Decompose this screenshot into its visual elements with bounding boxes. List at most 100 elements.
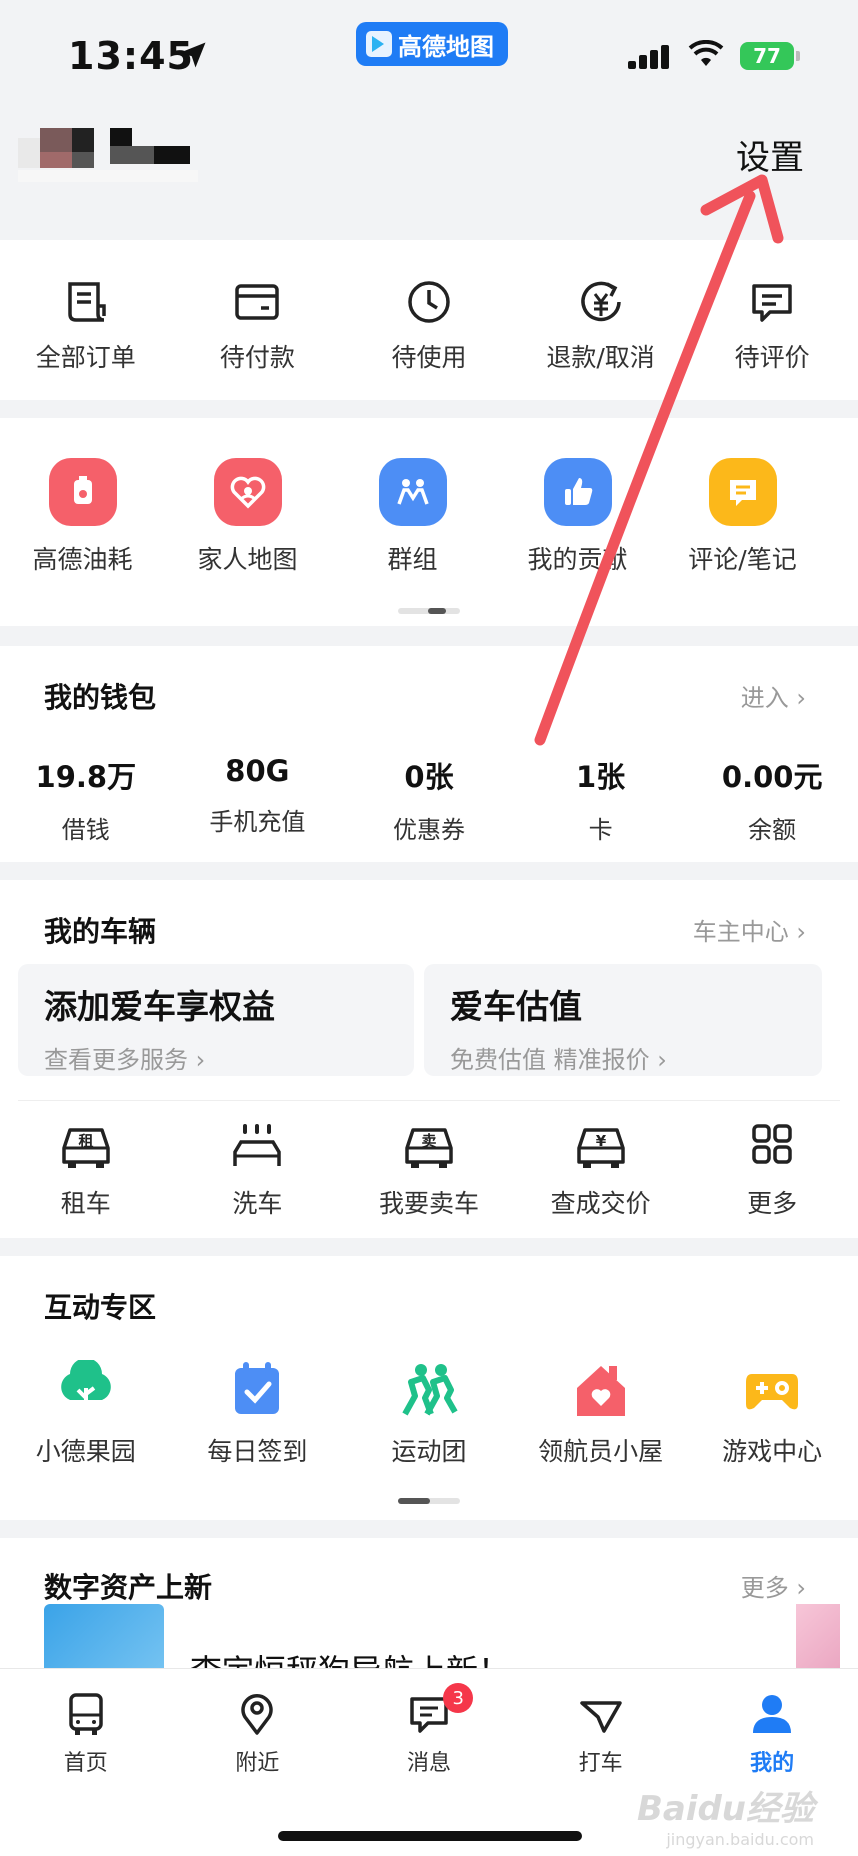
profile-header: 设置 [0,110,858,200]
orchard-label: 小德果园 [35,1437,136,1466]
order-pending-payment[interactable]: 待付款 [172,240,344,400]
add-car-title: 添加爱车享权益 [44,987,275,1026]
quick-tools-section: 高德油耗 家人地图 群组 我的贡献 评论/笔记 [0,418,858,626]
tab-messages[interactable]: 3 消息 [343,1683,515,1777]
home-indicator[interactable] [278,1831,582,1841]
wallet-loan-label: 借钱 [61,816,110,844]
note-icon [708,458,777,526]
owner-center-label: 车主中心 [692,918,789,946]
car-rent[interactable]: 租 租车 [0,1122,172,1220]
refund-icon [580,281,621,322]
family-heart-icon [213,458,282,526]
car-more-label: 更多 [747,1189,798,1218]
wallet-enter-label: 进入 [740,684,789,712]
watermark-url: jingyan.baidu.com [666,1830,814,1849]
car-price-icon: ¥ [576,1128,625,1168]
orders-section: 全部订单 待付款 待使用 退款/取消 待评价 [0,240,858,400]
tool-family-map[interactable]: 家人地图 [165,458,330,576]
tool-contribution[interactable]: 我的贡献 [495,458,660,576]
car-valuation-card[interactable]: 爱车估值 免费估值 精准报价 › [424,964,822,1076]
wallet-topup[interactable]: 80G 手机充值 [172,754,344,845]
car-wash-icon [233,1124,282,1166]
order-all[interactable]: 全部订单 [0,240,172,400]
wallet-balance-value: 0.00元 [721,760,823,794]
wallet-topup-value: 80G [225,754,290,788]
owner-center-link[interactable]: 车主中心 › [693,912,806,947]
order-to-use[interactable]: 待使用 [343,240,515,400]
vehicle-section: 我的车辆 车主中心 › 添加爱车享权益 查看更多服务 › 爱车估值 免费估值 精… [0,880,858,1238]
settings-button[interactable]: 设置 [736,130,804,179]
sports-team-label: 运动团 [391,1437,467,1466]
divider [18,1100,840,1101]
wallet-section: 我的钱包 进入 › 19.8万 借钱 80G 手机充值 0张 优惠券 1张卡 0.00… [0,646,858,862]
unread-badge: 3 [443,1683,474,1713]
avatar-blurred[interactable] [18,128,218,188]
tool-fuel[interactable]: 高德油耗 [0,458,165,576]
order-all-label: 全部订单 [35,343,136,372]
asset-item-title[interactable]: 李宇恒秤狗导航上新！ [190,1646,510,1668]
orchard[interactable]: 小德果园 [0,1360,172,1468]
app-return-badge[interactable]: 高德地图 [356,22,508,66]
chevron-right-icon: › [796,918,806,946]
chevron-right-icon: › [657,1046,667,1074]
thumbs-up-icon [543,458,612,526]
asset-thumbnail[interactable] [44,1604,164,1668]
battery-level: 77 [753,44,781,68]
wallet-cards-label: 卡 [588,816,613,844]
game-center-label: 游戏中心 [722,1437,823,1466]
wallet-loan[interactable]: 19.8万借钱 [0,754,172,845]
tool-notes[interactable]: 评论/笔记 [660,458,825,576]
chevron-right-icon: › [796,684,806,712]
tab-taxi[interactable]: 打车 [515,1691,687,1777]
tree-icon [61,1360,111,1416]
car-price[interactable]: ¥ 查成交价 [515,1122,687,1220]
interactive-section: 互动专区 小德果园 每日签到 运动团 领航员小屋 游戏中心 [0,1256,858,1520]
wallet-coupons[interactable]: 0张 优惠券 [343,754,515,845]
tab-home[interactable]: 首页 [0,1691,172,1777]
tool-fuel-label: 高德油耗 [32,545,133,574]
fuel-icon [48,458,117,526]
car-sell[interactable]: 卖 我要卖车 [343,1122,515,1220]
digital-assets-section: 数字资产上新 更多 › 李宇恒秤狗导航上新！ [0,1538,858,1668]
tab-nearby[interactable]: 附近 [172,1691,344,1777]
order-to-review[interactable]: 待评价 [686,240,858,400]
wallet-loan-value: 19.8万 [35,760,137,794]
navigator-hut-label: 领航员小屋 [538,1437,664,1466]
car-price-label: 查成交价 [550,1189,651,1218]
calendar-check-icon [235,1362,280,1414]
navigator-hut[interactable]: 领航员小屋 [515,1360,687,1468]
gamepad-icon [746,1374,799,1410]
cellular-signal-icon [628,45,669,69]
add-car-card[interactable]: 添加爱车享权益 查看更多服务 › [18,964,414,1076]
tab-mine[interactable]: 我的 [686,1691,858,1777]
daily-checkin[interactable]: 每日签到 [172,1360,344,1468]
car-rent-label: 租车 [60,1189,111,1218]
wallet-cards[interactable]: 1张卡 [515,754,687,845]
sports-team[interactable]: 运动团 [343,1360,515,1468]
tool-family-map-label: 家人地图 [197,545,298,574]
digital-assets-title: 数字资产上新 [44,1571,213,1604]
car-price-glyph: ¥ [595,1132,606,1150]
wallet-enter-link[interactable]: 进入 › [741,678,806,713]
asset-thumbnail-2[interactable] [796,1604,840,1668]
tool-contribution-label: 我的贡献 [527,545,628,574]
tool-notes-label: 评论/笔记 [688,545,797,574]
order-to-use-label: 待使用 [391,343,467,372]
grid-icon [752,1124,792,1164]
car-rent-icon: 租 [62,1128,110,1168]
person-icon [753,1695,792,1733]
order-refund[interactable]: 退款/取消 [515,240,687,400]
receipt-icon [68,282,106,322]
tab-messages-label: 消息 [406,1751,451,1776]
car-more[interactable]: 更多 [686,1122,858,1220]
location-arrow-icon [180,42,206,68]
interactive-page-indicator [398,1498,460,1504]
house-heart-icon [576,1366,625,1416]
wallet-coupons-value: 0张 [404,760,454,794]
tool-group[interactable]: 群组 [330,458,495,576]
car-wash[interactable]: 洗车 [172,1122,344,1220]
game-center[interactable]: 游戏中心 [686,1360,858,1468]
digital-assets-more-link[interactable]: 更多 › [741,1568,806,1603]
battery-indicator: 77 [740,42,800,70]
wallet-balance[interactable]: 0.00元 余额 [686,754,858,845]
